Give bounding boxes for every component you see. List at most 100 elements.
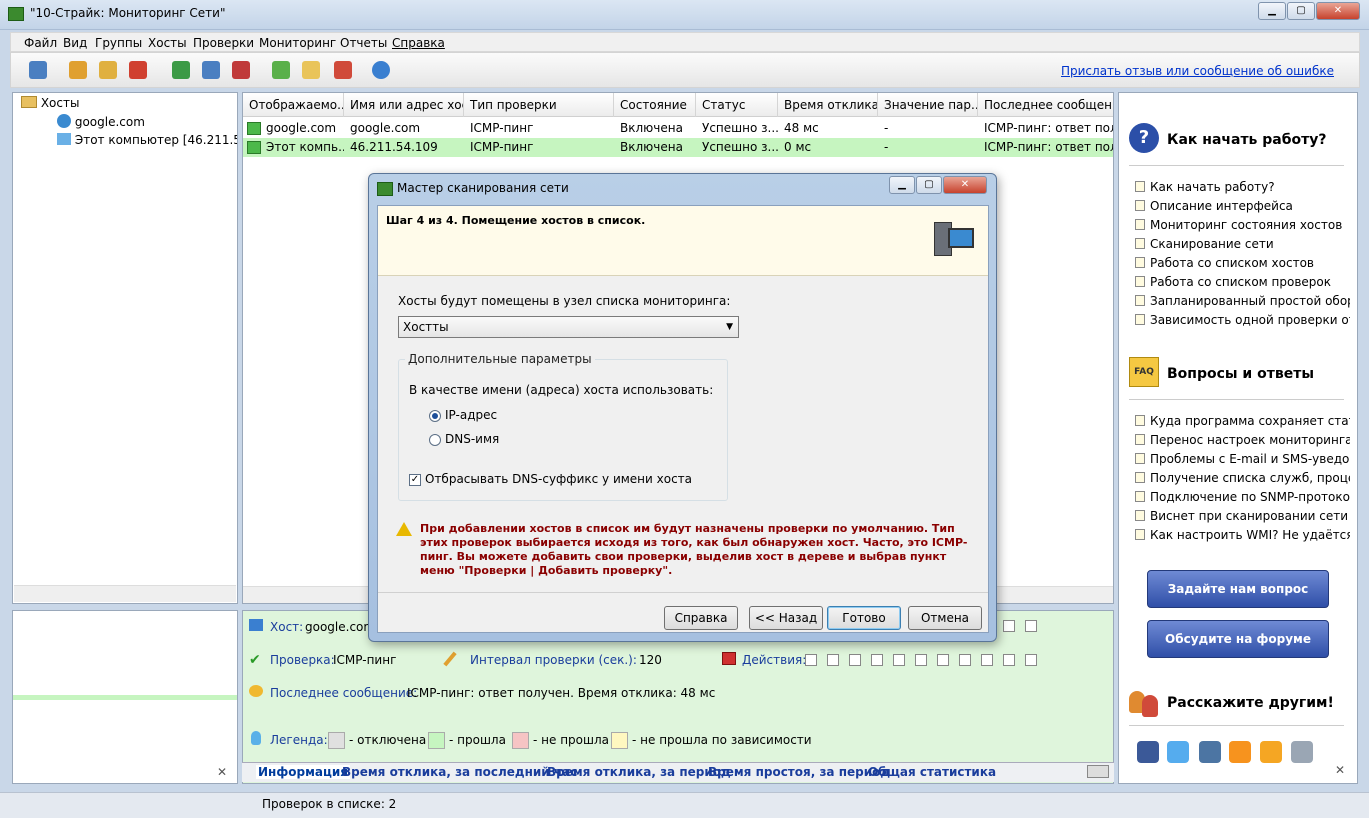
action-checkbox[interactable] xyxy=(1025,654,1037,666)
action-checkbox[interactable] xyxy=(937,654,949,666)
close-panel-icon[interactable]: ✕ xyxy=(1335,763,1345,777)
menu-bar: Файл Вид Группы Хосты Проверки Мониторин… xyxy=(10,32,1360,52)
table-row[interactable]: google.com google.com ICMP-пинг Включена… xyxy=(243,119,1113,138)
finish-button[interactable]: Готово xyxy=(827,606,901,630)
mailru-icon[interactable] xyxy=(1260,741,1282,763)
radio-dns-name[interactable] xyxy=(429,434,441,446)
column-header[interactable]: Значение пар... xyxy=(878,93,978,117)
close-button[interactable]: ✕ xyxy=(1316,2,1360,20)
tree-root-hosts[interactable]: Хосты xyxy=(21,96,79,110)
action-checkbox[interactable] xyxy=(1003,654,1015,666)
faq-link[interactable]: Виснет при сканировании сети с ... xyxy=(1135,509,1350,523)
menu-checks[interactable]: Проверки xyxy=(193,36,254,50)
edit-check-icon[interactable] xyxy=(299,58,323,82)
cancel-button[interactable]: Отмена xyxy=(908,606,982,630)
add-check-icon[interactable] xyxy=(269,58,293,82)
help-link[interactable]: Зависимость одной проверки от ... xyxy=(1135,313,1350,327)
tab-information[interactable]: Информация xyxy=(256,765,350,779)
tree-item-this-computer[interactable]: Этот компьютер [46.211.54.109] xyxy=(57,133,237,147)
help-link[interactable]: Описание интерфейса xyxy=(1135,199,1350,213)
add-host-icon[interactable] xyxy=(66,58,90,82)
delete-group-icon[interactable] xyxy=(229,58,253,82)
help-link[interactable]: Работа со списком хостов xyxy=(1135,256,1350,270)
action-checkbox[interactable] xyxy=(959,654,971,666)
action-checkbox[interactable] xyxy=(981,654,993,666)
action-checkbox[interactable] xyxy=(827,654,839,666)
minimize-button[interactable]: ▁ xyxy=(1258,2,1286,20)
menu-hosts[interactable]: Хосты xyxy=(148,36,187,50)
help-link[interactable]: Сканирование сети xyxy=(1135,237,1350,251)
window-title: "10-Страйк: Мониторинг Сети" xyxy=(30,6,226,20)
help-link[interactable]: Работа со списком проверок xyxy=(1135,275,1350,289)
action-checkbox[interactable] xyxy=(871,654,883,666)
faq-link[interactable]: Куда программа сохраняет стати... xyxy=(1135,414,1350,428)
column-header[interactable]: Последнее сообщение xyxy=(978,93,1113,117)
strip-dns-suffix-checkbox[interactable]: ✓ xyxy=(409,474,421,486)
column-header[interactable]: Тип проверки xyxy=(464,93,614,117)
menu-monitoring[interactable]: Мониторинг xyxy=(259,36,336,50)
add-group-icon[interactable] xyxy=(169,58,193,82)
table-row[interactable]: Этот компь... 46.211.54.109 ICMP-пинг Вк… xyxy=(243,138,1113,157)
twitter-icon[interactable] xyxy=(1167,741,1189,763)
menu-help[interactable]: Справка xyxy=(392,36,445,50)
column-header[interactable]: Имя или адрес хост... xyxy=(344,93,464,117)
menu-reports[interactable]: Отчеты xyxy=(340,36,387,50)
table-cell: google.com xyxy=(350,121,421,135)
dialog-minimize-button[interactable]: ▁ xyxy=(889,176,915,194)
action-checkbox[interactable] xyxy=(1025,620,1037,632)
menu-view[interactable]: Вид xyxy=(63,36,87,50)
help-link[interactable]: Мониторинг состояния хостов xyxy=(1135,218,1350,232)
facebook-icon[interactable] xyxy=(1137,741,1159,763)
column-header[interactable]: Статус xyxy=(696,93,778,117)
feedback-link[interactable]: Прислать отзыв или сообщение об ошибке xyxy=(1061,64,1334,78)
tab-scroll-arrows-icon[interactable] xyxy=(1087,765,1109,778)
column-header[interactable]: Состояние xyxy=(614,93,696,117)
odnoklassniki-icon[interactable] xyxy=(1229,741,1251,763)
edit-group-icon[interactable] xyxy=(199,58,223,82)
action-checkbox[interactable] xyxy=(893,654,905,666)
target-node-select[interactable]: Хостты ▼ xyxy=(398,316,739,338)
tree-item-google[interactable]: google.com xyxy=(57,114,145,129)
action-checkbox[interactable] xyxy=(915,654,927,666)
faq-link[interactable]: Получение списка служб, проце... xyxy=(1135,471,1350,485)
faq-link[interactable]: Подключение по SNMP-протоко... xyxy=(1135,490,1350,504)
maximize-button[interactable]: ▢ xyxy=(1287,2,1315,20)
table-cell: Этот компь... xyxy=(266,140,344,154)
menu-file[interactable]: Файл xyxy=(24,36,57,50)
tab-downtime-period[interactable]: Время простоя, за период xyxy=(708,765,890,779)
action-checkbox[interactable] xyxy=(805,654,817,666)
back-button[interactable]: << Назад xyxy=(749,606,823,630)
close-panel-icon[interactable]: ✕ xyxy=(217,765,227,779)
livejournal-icon[interactable] xyxy=(1291,741,1313,763)
column-header[interactable]: Отображаемо... xyxy=(243,93,344,117)
vkontakte-icon[interactable] xyxy=(1199,741,1221,763)
action-checkbox[interactable] xyxy=(1003,620,1015,632)
menu-groups[interactable]: Группы xyxy=(95,36,142,50)
column-header[interactable]: Время отклика xyxy=(778,93,878,117)
help-doc-icon xyxy=(1135,257,1145,268)
help-doc-icon xyxy=(1135,491,1145,502)
faq-link[interactable]: Перенос настроек мониторинга ... xyxy=(1135,433,1350,447)
faq-link[interactable]: Проблемы с E-mail и SMS-уведо... xyxy=(1135,452,1350,466)
help-doc-icon xyxy=(1135,314,1145,325)
strip-dns-suffix-label: Отбрасывать DNS-суффикс у имени хоста xyxy=(425,472,693,486)
radio-ip-address[interactable] xyxy=(429,410,441,422)
help-button[interactable]: Справка xyxy=(664,606,738,630)
help-link[interactable]: Как начать работу? xyxy=(1135,180,1350,194)
find-host-icon[interactable] xyxy=(96,58,120,82)
help-link[interactable]: Запланированный простой обор... xyxy=(1135,294,1350,308)
forum-button[interactable]: Обсудите на форуме xyxy=(1147,620,1329,658)
tab-response-period[interactable]: Время отклика, за период xyxy=(547,765,731,779)
scan-network-icon[interactable] xyxy=(26,58,50,82)
ask-question-button[interactable]: Задайте нам вопрос xyxy=(1147,570,1329,608)
action-checkbox[interactable] xyxy=(849,654,861,666)
settings-icon[interactable] xyxy=(369,58,393,82)
faq-link[interactable]: Как настроить WMI? Не удаётся н... xyxy=(1135,528,1350,542)
dialog-maximize-button[interactable]: ▢ xyxy=(916,176,942,194)
delete-check-icon[interactable] xyxy=(331,58,355,82)
tree-horizontal-scrollbar[interactable] xyxy=(14,585,236,602)
tab-general-stats[interactable]: Общая статистика xyxy=(868,765,996,779)
dialog-close-button[interactable]: ✕ xyxy=(943,176,987,194)
tab-response-hour[interactable]: Время отклика, за последний час xyxy=(342,765,577,779)
delete-host-icon[interactable] xyxy=(126,58,150,82)
